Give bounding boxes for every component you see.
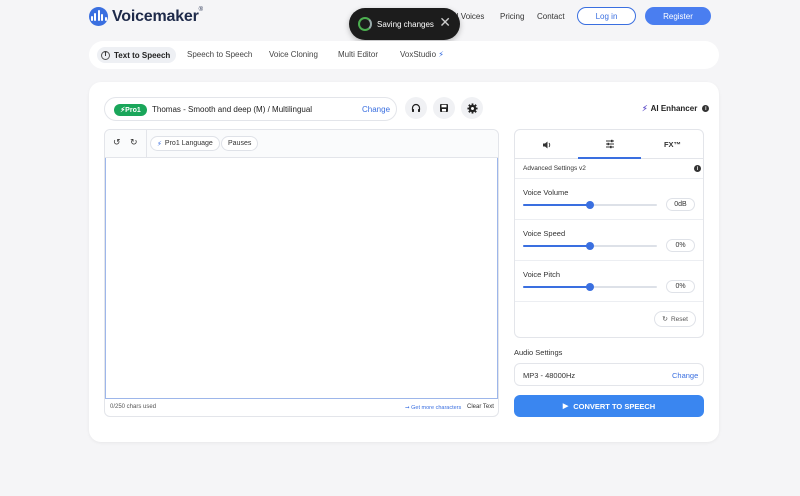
get-more-characters-link[interactable]: ➞ Get more characters: [405, 405, 461, 411]
tab-voxstudio[interactable]: VoxStudio ⚡︎: [400, 50, 444, 59]
slider-knob[interactable]: [586, 242, 594, 250]
login-button[interactable]: Log in: [577, 7, 636, 25]
audio-change-link[interactable]: Change: [672, 371, 698, 380]
slider-knob[interactable]: [586, 283, 594, 291]
toast-message: Saving changes: [377, 19, 434, 29]
voice-speed-slider[interactable]: [523, 242, 657, 250]
tab-advanced[interactable]: [578, 130, 641, 159]
close-icon[interactable]: ✕: [439, 16, 451, 30]
voice-volume-slider[interactable]: [523, 201, 657, 209]
bolt-icon: ⚡︎: [157, 140, 162, 148]
pro-badge: ⚡︎ Pro1: [114, 104, 147, 116]
ai-enhancer-toggle[interactable]: ⚡︎ AI Enhancer i: [642, 104, 710, 113]
slider-fill: [523, 245, 590, 247]
save-button[interactable]: [433, 97, 455, 119]
speaker-icon: [542, 141, 550, 148]
slider-knob[interactable]: [586, 201, 594, 209]
slider-fill: [523, 204, 590, 206]
divider: [515, 301, 703, 302]
voice-pitch-value[interactable]: 0%: [666, 280, 695, 293]
divider: [515, 219, 703, 220]
nav-contact[interactable]: Contact: [537, 12, 565, 21]
voice-selector[interactable]: ⚡︎ Pro1 Thomas - Smooth and deep (M) / Mu…: [104, 97, 397, 121]
voice-volume-value[interactable]: 0dB: [666, 198, 695, 211]
text-input[interactable]: [105, 158, 498, 399]
text-editor: ↺ ↻ ⚡︎ Pro1 Language Pauses 0/250 chars …: [104, 129, 499, 417]
clear-text-button[interactable]: Clear Text: [467, 404, 494, 410]
tts-icon: T: [101, 50, 110, 60]
chars-used: 0/250 chars used: [110, 404, 157, 410]
tab-multi-editor[interactable]: Multi Editor: [338, 50, 378, 59]
wand-icon: ⚡︎: [642, 104, 648, 113]
voice-pitch-slider[interactable]: [523, 283, 657, 291]
audio-format-selector[interactable]: MP3 - 48000Hz Change: [514, 363, 704, 386]
nav-pricing[interactable]: Pricing: [500, 12, 524, 21]
slider-fill: [523, 286, 590, 288]
editor-toolbar: ↺ ↻ ⚡︎ Pro1 Language Pauses: [105, 130, 498, 158]
headphones-button[interactable]: [405, 97, 427, 119]
tab-text-to-speech[interactable]: T Text to Speech: [97, 47, 177, 63]
advanced-settings-title: Advanced Settings v2: [523, 165, 586, 172]
logo-waveform-icon: [89, 7, 108, 26]
spinner-icon: [358, 17, 372, 31]
product-tabs: T Text to Speech Speech to Speech Voice …: [89, 41, 719, 69]
info-icon[interactable]: i: [702, 105, 710, 112]
info-icon[interactable]: i: [694, 165, 701, 172]
convert-to-speech-button[interactable]: ▶ CONVERT TO SPEECH: [514, 395, 704, 417]
settings-tabs: FX™: [515, 130, 703, 159]
audio-format-value: MP3 - 48000Hz: [523, 371, 576, 380]
register-button[interactable]: Register: [645, 7, 711, 25]
voice-speed-label: Voice Speed: [523, 229, 566, 238]
logo[interactable]: Voicemaker®: [89, 7, 203, 26]
tab-audio[interactable]: [515, 130, 578, 159]
divider: [515, 178, 703, 179]
tab-speech-to-speech[interactable]: Speech to Speech: [187, 50, 252, 59]
toolbar-divider: [146, 130, 147, 158]
voice-pitch-label: Voice Pitch: [523, 270, 561, 279]
refresh-icon: ↻: [662, 315, 668, 323]
voice-change-link[interactable]: Change: [362, 105, 390, 114]
settings-button[interactable]: [461, 97, 483, 119]
undo-icon[interactable]: ↺: [113, 138, 121, 148]
redo-icon[interactable]: ↻: [130, 138, 138, 148]
save-icon: [440, 104, 448, 112]
voice-name: Thomas - Smooth and deep (M) / Multiling…: [152, 105, 313, 114]
sliders-icon: [605, 139, 614, 148]
play-icon: ▶: [562, 403, 569, 410]
gear-icon: [466, 102, 478, 114]
logo-text: Voicemaker®: [112, 6, 203, 25]
tab-fx[interactable]: FX™: [641, 130, 704, 159]
headphones-icon: [411, 103, 421, 112]
sparkle-icon: ⚡︎: [438, 50, 444, 59]
reset-button[interactable]: ↻ Reset: [654, 311, 696, 327]
saving-toast: Saving changes ✕: [349, 8, 460, 40]
tab-voice-cloning[interactable]: Voice Cloning: [269, 50, 318, 59]
divider: [515, 260, 703, 261]
voice-speed-value[interactable]: 0%: [666, 239, 695, 252]
audio-settings-title: Audio Settings: [514, 348, 563, 357]
pauses-chip[interactable]: Pauses: [221, 136, 259, 151]
voice-volume-label: Voice Volume: [523, 188, 569, 197]
settings-panel: FX™ Advanced Settings v2 i Voice Volume …: [514, 129, 704, 338]
language-chip[interactable]: ⚡︎ Pro1 Language: [150, 136, 220, 151]
